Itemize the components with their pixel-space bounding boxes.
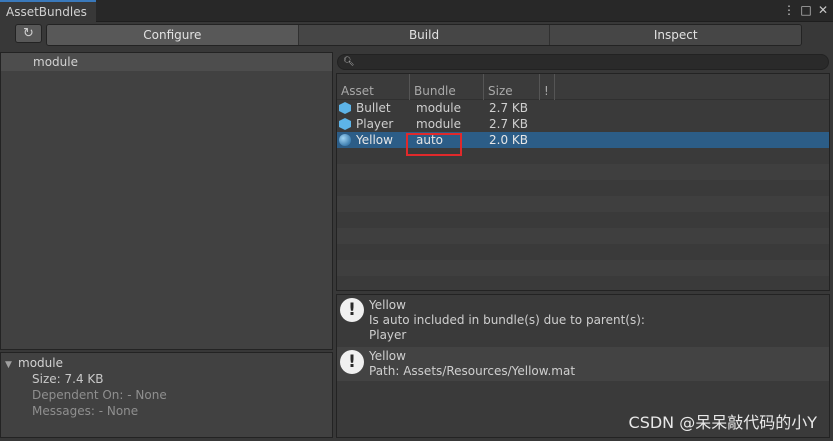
details-messages: Messages: - None <box>32 404 139 418</box>
expand-triangle-icon[interactable]: ▼ <box>5 357 18 373</box>
watermark: CSDN @呆呆敲代码的小Y <box>628 413 817 432</box>
material-icon <box>339 134 351 146</box>
details-dependent: Dependent On: - None <box>32 388 167 402</box>
asset-name: Yellow <box>356 133 393 147</box>
message-item: ! Yellow Is auto included in bundle(s) d… <box>337 295 829 345</box>
empty-row <box>337 148 829 164</box>
bundle-name: module <box>416 117 461 131</box>
mode-tabs: Configure Build Inspect <box>46 24 802 46</box>
details-title: module <box>18 356 63 370</box>
asset-size: 2.0 KB <box>489 133 528 147</box>
window-controls: ⋮ □ ✕ <box>783 3 829 17</box>
column-header-size[interactable]: Size <box>484 74 540 100</box>
message-title: Yellow <box>369 298 406 312</box>
table-row[interactable]: Bullet module 2.7 KB <box>337 100 829 116</box>
empty-row <box>337 276 829 290</box>
column-header-asset[interactable]: Asset <box>337 74 410 100</box>
bundle-name: module <box>416 101 461 115</box>
asset-name: Bullet <box>356 101 391 115</box>
empty-row <box>337 164 829 180</box>
details-size: Size: 7.4 KB <box>32 372 104 386</box>
column-header-bundle[interactable]: Bundle <box>410 74 484 100</box>
empty-row <box>337 260 829 276</box>
refresh-icon: ↻ <box>23 26 34 41</box>
prefab-icon <box>339 118 351 130</box>
asset-name: Player <box>356 117 394 131</box>
bundle-item-module[interactable]: module <box>1 53 332 71</box>
empty-row <box>337 196 829 212</box>
details-header[interactable]: ▼ module <box>1 355 332 371</box>
asset-size: 2.7 KB <box>489 117 528 131</box>
column-header-messages[interactable]: ! <box>540 74 555 100</box>
bundle-tree[interactable]: module <box>0 52 333 350</box>
empty-row <box>337 180 829 196</box>
empty-row <box>337 228 829 244</box>
tab-inspect[interactable]: Inspect <box>550 25 801 45</box>
prefab-icon <box>339 102 351 114</box>
message-line: Is auto included in bundle(s) due to par… <box>369 313 645 327</box>
asset-size: 2.7 KB <box>489 101 528 115</box>
table-header: Asset Bundle Size ! <box>337 74 829 100</box>
info-icon: ! <box>340 350 364 374</box>
info-icon: ! <box>340 298 364 322</box>
window-tab[interactable]: AssetBundles <box>0 0 96 22</box>
message-line: Path: Assets/Resources/Yellow.mat <box>369 364 576 378</box>
message-item: ! Yellow Path: Assets/Resources/Yellow.m… <box>337 347 829 381</box>
maximize-icon[interactable]: □ <box>800 3 812 17</box>
table-row[interactable]: Player module 2.7 KB <box>337 116 829 132</box>
tab-build[interactable]: Build <box>298 25 551 45</box>
refresh-button[interactable]: ↻ <box>15 24 42 43</box>
table-row-selected[interactable]: Yellow auto 2.0 KB <box>337 132 829 148</box>
bundle-details: ▼ module Size: 7.4 KB Dependent On: - Non… <box>0 352 333 438</box>
empty-row <box>337 212 829 228</box>
asset-table: Asset Bundle Size ! Bullet module 2.7 KB… <box>336 73 830 291</box>
more-options-icon[interactable]: ⋮ <box>783 3 795 17</box>
message-line: Player <box>369 328 407 342</box>
title-bar: AssetBundles ⋮ □ ✕ <box>0 0 833 22</box>
close-icon[interactable]: ✕ <box>817 3 829 17</box>
message-title: Yellow <box>369 349 406 363</box>
tab-configure[interactable]: Configure <box>47 25 299 45</box>
search-input[interactable]: 🔍︎ <box>337 54 829 70</box>
bundle-name: auto <box>416 133 444 147</box>
search-icon: 🔍︎ <box>343 57 355 67</box>
empty-row <box>337 244 829 260</box>
